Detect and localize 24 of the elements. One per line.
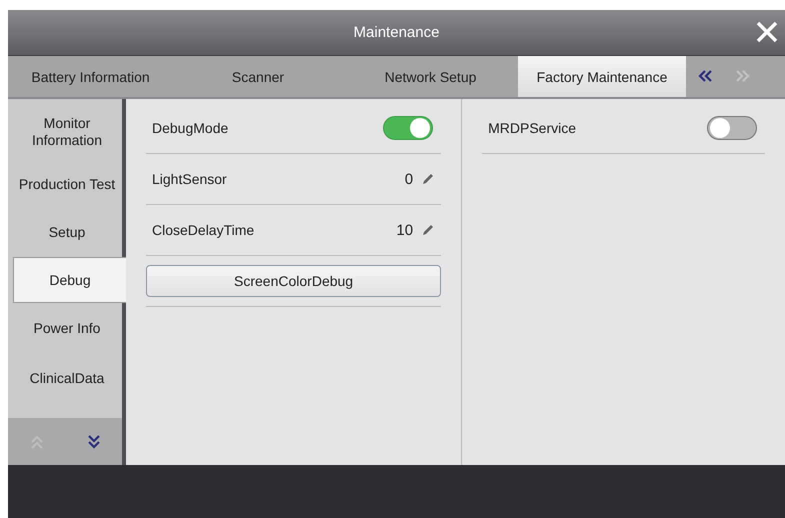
setting-label: LightSensor xyxy=(152,171,227,187)
tab[interactable]: Network Setup xyxy=(343,56,518,97)
toggle-switch[interactable] xyxy=(707,116,757,140)
sidebar-item[interactable]: Debug xyxy=(13,257,126,303)
close-icon[interactable] xyxy=(755,20,779,44)
toggle-switch[interactable] xyxy=(383,116,434,140)
tab[interactable]: Battery Information xyxy=(8,56,173,97)
tab[interactable]: Factory Maintenance xyxy=(518,56,686,97)
setting-label: CloseDelayTime xyxy=(152,222,254,238)
pencil-icon[interactable] xyxy=(421,172,436,186)
sidebar-item[interactable]: ClinicalData xyxy=(8,353,126,403)
sidebar-item[interactable]: Monitor Information xyxy=(8,103,126,161)
sidebar-item[interactable]: Production Test xyxy=(8,161,126,207)
sidebar-item[interactable]: Power Info xyxy=(8,303,126,353)
window-title: Maintenance xyxy=(354,24,440,41)
setting-value: 0 xyxy=(404,170,414,188)
double-down-chevron-icon xyxy=(86,433,102,450)
sidebar-item[interactable]: Setup xyxy=(8,207,126,257)
setting-value: 10 xyxy=(396,222,414,238)
setting-label: DebugMode xyxy=(152,120,228,136)
action-button[interactable]: ScreenColorDebug xyxy=(146,265,442,297)
setting-label: MRDPService xyxy=(488,120,576,136)
pencil-icon[interactable] xyxy=(421,223,436,237)
tab[interactable]: Scanner xyxy=(173,56,343,97)
